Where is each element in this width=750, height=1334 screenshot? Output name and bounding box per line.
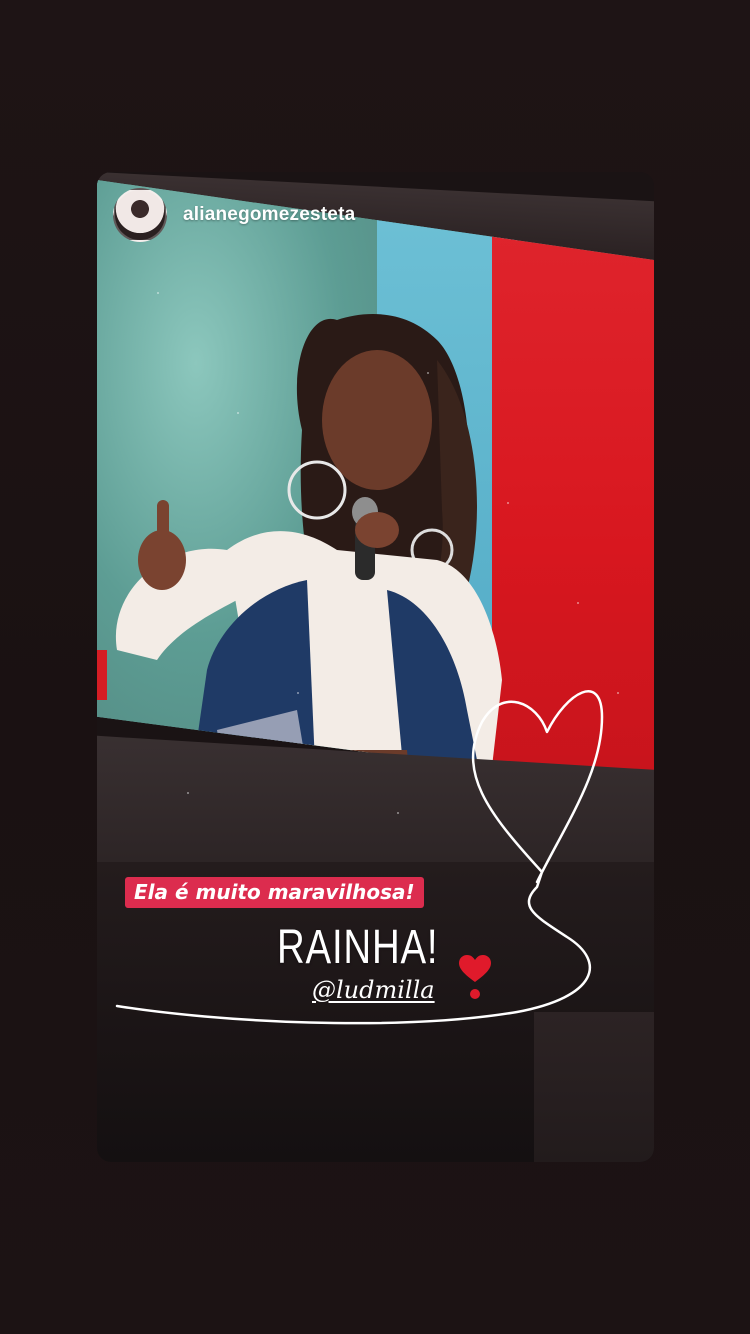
- avatar[interactable]: [113, 188, 167, 242]
- red-heart-exclamation-icon: [459, 955, 491, 999]
- story-photo: [97, 172, 654, 1162]
- performer-illustration: [115, 314, 502, 790]
- headline-text[interactable]: RAINHA!: [277, 920, 438, 975]
- story-card[interactable]: alianegomezesteta Ela é muito maravilhos…: [97, 172, 654, 1162]
- tv-screen: [97, 180, 654, 790]
- username[interactable]: alianegomezesteta: [183, 204, 355, 226]
- furniture-panel: [534, 1012, 654, 1162]
- mention-sticker[interactable]: @ludmilla: [312, 976, 435, 1004]
- story-header[interactable]: alianegomezesteta: [113, 188, 355, 242]
- caption-sticker[interactable]: Ela é muito maravilhosa!: [125, 877, 424, 908]
